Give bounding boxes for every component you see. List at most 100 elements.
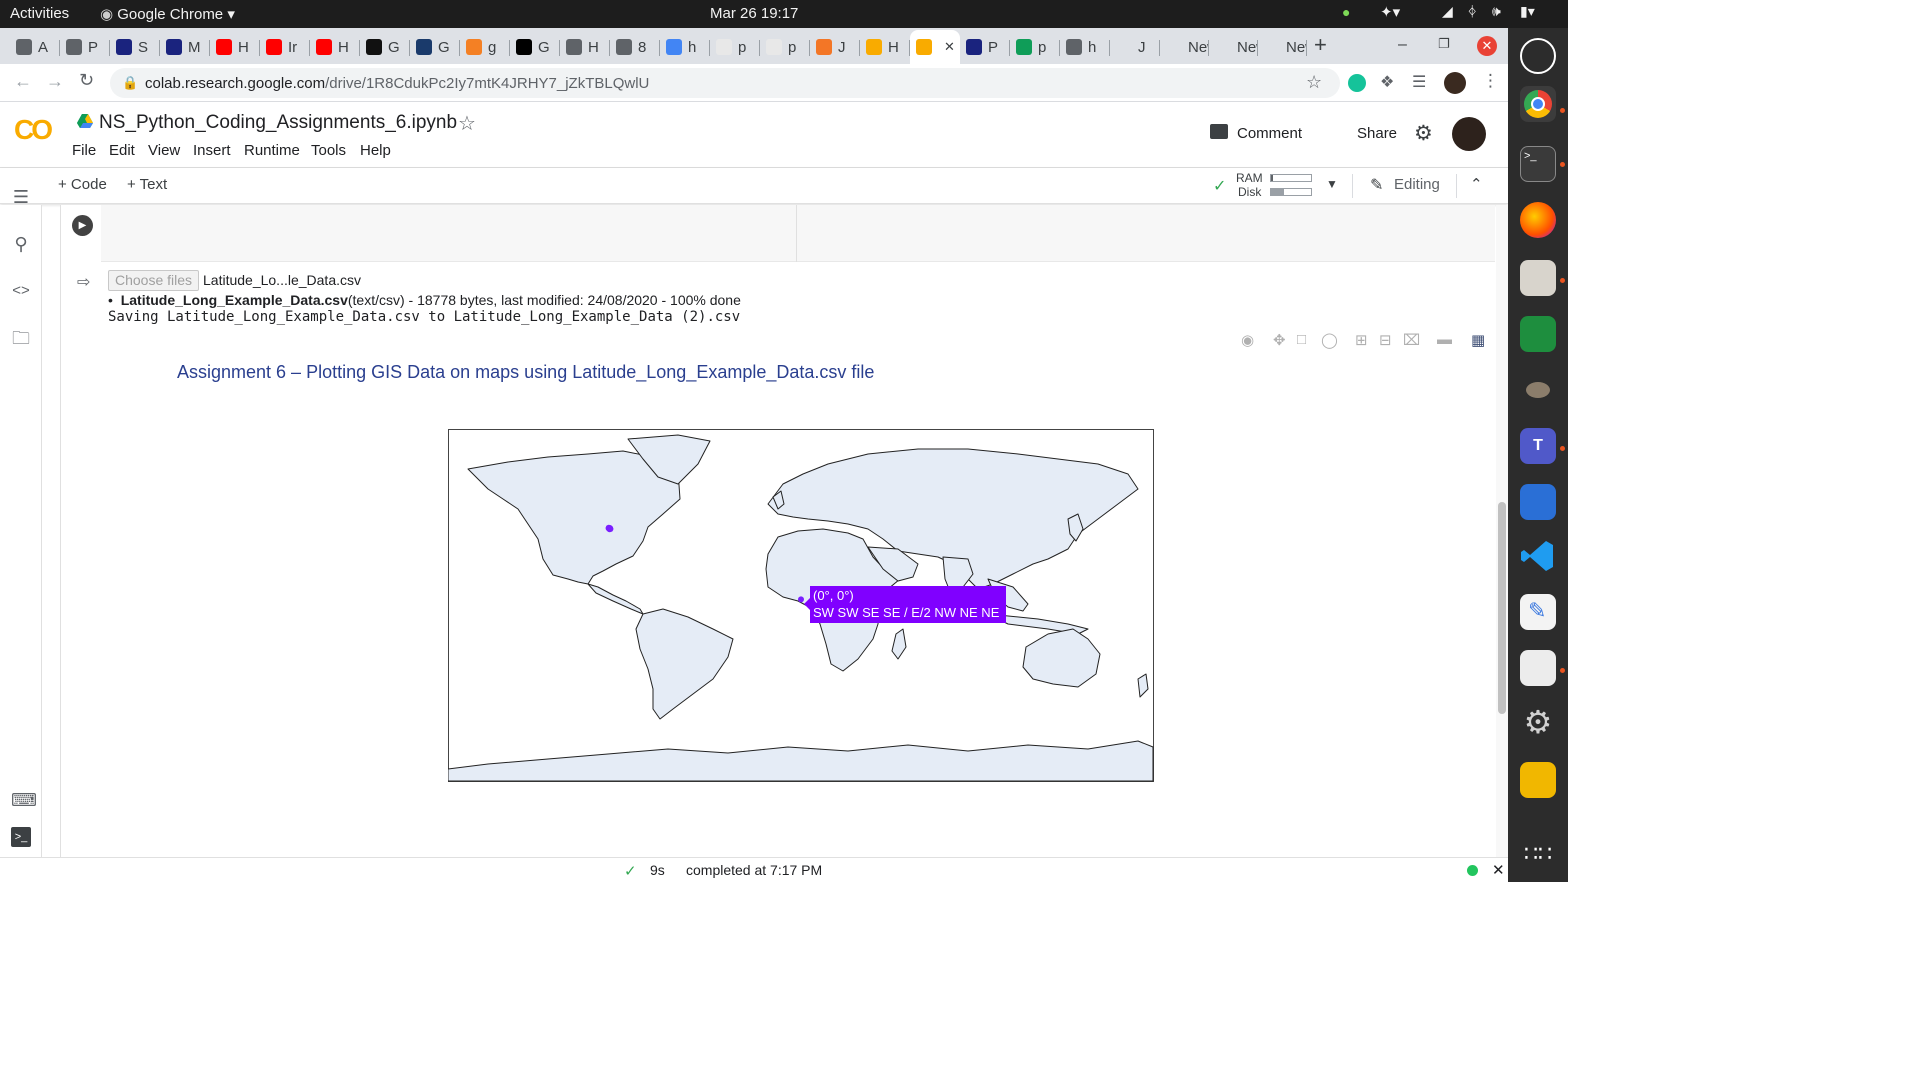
gimp-dock-icon[interactable] bbox=[1520, 372, 1556, 408]
browser-tab[interactable]: P bbox=[60, 32, 110, 62]
files-dock-icon[interactable] bbox=[1520, 260, 1556, 296]
run-cell-button[interactable]: ▶ bbox=[72, 215, 93, 236]
spreadsheet-dock-icon[interactable] bbox=[1520, 316, 1556, 352]
browser-tab[interactable]: H bbox=[560, 32, 610, 62]
search-icon[interactable]: ⚲ bbox=[11, 234, 31, 254]
network-icon[interactable]: ◢ bbox=[1442, 3, 1453, 20]
clock[interactable]: Mar 26 19:17 bbox=[710, 5, 798, 22]
chrome-menu-icon[interactable]: ⋮ bbox=[1482, 71, 1499, 91]
lasso-select-icon[interactable]: ◯ bbox=[1321, 331, 1338, 349]
comment-button[interactable]: Comment bbox=[1237, 125, 1302, 142]
writer-dock-icon[interactable] bbox=[1520, 484, 1556, 520]
browser-tab[interactable]: H bbox=[310, 32, 360, 62]
profile-avatar[interactable] bbox=[1444, 72, 1466, 94]
notebook-title[interactable]: NS_Python_Coding_Assignments_6.ipynb bbox=[99, 112, 457, 134]
menu-runtime[interactable]: Runtime bbox=[244, 142, 300, 159]
data-point-marker[interactable] bbox=[798, 596, 804, 603]
battery-icon[interactable]: ▮▾ bbox=[1520, 3, 1535, 20]
shield-icon[interactable]: ● bbox=[1342, 4, 1350, 20]
colab-logo[interactable]: CO bbox=[14, 114, 53, 146]
browser-tab[interactable]: New bbox=[1258, 32, 1307, 62]
zoom-out-icon[interactable]: ⊟ bbox=[1379, 331, 1392, 349]
new-tab-button[interactable]: + bbox=[1314, 32, 1327, 58]
browser-tab[interactable]: p bbox=[760, 32, 810, 62]
menu-tools[interactable]: Tools bbox=[311, 142, 346, 159]
star-icon[interactable]: ☆ bbox=[458, 111, 476, 136]
browser-tab[interactable]: Ir bbox=[260, 32, 310, 62]
close-status-icon[interactable]: ✕ bbox=[1492, 861, 1505, 879]
browser-tab[interactable]: G bbox=[410, 32, 460, 62]
extensions-puzzle-icon[interactable]: ❖ bbox=[1380, 72, 1394, 92]
terminal-icon[interactable]: >_ bbox=[11, 827, 31, 847]
spider-app-icon[interactable] bbox=[1520, 38, 1556, 74]
hover-toggle-icon[interactable]: ▬ bbox=[1437, 331, 1452, 348]
menu-view[interactable]: View bbox=[148, 142, 180, 159]
user-avatar[interactable] bbox=[1452, 117, 1486, 151]
browser-tab[interactable]: G bbox=[360, 32, 410, 62]
pan-icon[interactable]: ✥ bbox=[1273, 331, 1286, 349]
forward-icon[interactable]: → bbox=[46, 71, 64, 92]
bookmark-star-icon[interactable]: ☆ bbox=[1306, 72, 1322, 93]
menu-help[interactable]: Help bbox=[360, 142, 391, 159]
reload-icon[interactable]: ↻ bbox=[79, 70, 94, 91]
lock-icon[interactable]: 🔒 bbox=[122, 75, 138, 91]
chrome-dock-icon[interactable] bbox=[1520, 86, 1556, 122]
collapse-header-icon[interactable]: ⌃ bbox=[1470, 175, 1483, 193]
add-text-button[interactable]: + Text bbox=[127, 176, 167, 193]
editing-mode-button[interactable]: Editing bbox=[1394, 176, 1440, 193]
browser-tab[interactable]: g bbox=[460, 32, 510, 62]
firefox-dock-icon[interactable] bbox=[1520, 202, 1556, 238]
browser-tab[interactable]: P bbox=[960, 32, 1010, 62]
browser-tab[interactable]: 8 bbox=[610, 32, 660, 62]
browser-tab[interactable]: M bbox=[160, 32, 210, 62]
code-cell[interactable] bbox=[101, 205, 1495, 262]
volume-icon[interactable]: 🕪 bbox=[1492, 3, 1501, 20]
settings-gear-icon[interactable]: ⚙ bbox=[1414, 121, 1433, 146]
restore-icon[interactable]: ❐ bbox=[1438, 36, 1450, 52]
media-control-icon[interactable]: ☰ bbox=[1412, 72, 1426, 92]
show-applications-icon[interactable]: ∷∷ bbox=[1520, 836, 1556, 872]
back-icon[interactable]: ← bbox=[14, 71, 32, 92]
data-point-marker[interactable] bbox=[607, 526, 614, 532]
plotly-logo-icon[interactable]: ▦ bbox=[1471, 331, 1485, 349]
browser-tab[interactable]: J bbox=[810, 32, 860, 62]
browser-tab[interactable]: H bbox=[210, 32, 260, 62]
add-code-button[interactable]: + Code bbox=[58, 176, 107, 193]
resource-monitor[interactable]: RAM Disk bbox=[1236, 171, 1336, 201]
accessibility-icon[interactable]: ✦▾ bbox=[1380, 3, 1400, 21]
browser-tab[interactable]: h bbox=[660, 32, 710, 62]
menu-insert[interactable]: Insert bbox=[193, 142, 231, 159]
settings-dock-icon[interactable]: ⚙ bbox=[1520, 704, 1556, 740]
bluetooth-icon[interactable]: ᛄ bbox=[1468, 3, 1476, 19]
reset-view-icon[interactable]: ⌧ bbox=[1403, 331, 1420, 349]
grammarly-extension-icon[interactable] bbox=[1348, 74, 1366, 92]
output-redirect-icon[interactable]: ⇨ bbox=[77, 272, 90, 292]
completion-time[interactable]: completed at 7:17 PM bbox=[686, 862, 822, 878]
command-palette-icon[interactable]: ⌨ bbox=[11, 790, 37, 810]
browser-tab[interactable]: New bbox=[1209, 32, 1258, 62]
url-text[interactable]: colab.research.google.com/drive/1R8CdukP… bbox=[145, 75, 649, 92]
resource-dropdown-icon[interactable]: ▼ bbox=[1326, 177, 1338, 191]
address-bar[interactable]: 🔒 colab.research.google.com/drive/1R8Cdu… bbox=[110, 68, 1340, 98]
choose-files-button[interactable]: Choose files bbox=[108, 270, 199, 291]
close-tab-icon[interactable]: ✕ bbox=[944, 39, 955, 55]
menu-edit[interactable]: Edit bbox=[109, 142, 135, 159]
browser-tab[interactable]: h bbox=[1060, 32, 1110, 62]
share-button[interactable]: Share bbox=[1357, 125, 1397, 142]
table-of-contents-icon[interactable]: ☰ bbox=[11, 187, 31, 207]
browser-tab[interactable]: J bbox=[1110, 32, 1160, 62]
geo-map[interactable]: (0°, 0°) SW SW SE SE / E/2 NW NE NE bbox=[447, 429, 1154, 782]
menu-file[interactable]: File bbox=[72, 142, 96, 159]
comment-icon[interactable] bbox=[1210, 124, 1228, 139]
browser-tab[interactable]: G bbox=[510, 32, 560, 62]
code-snippets-icon[interactable]: <> bbox=[11, 281, 31, 301]
files-folder-icon[interactable]: 🗀 bbox=[11, 328, 31, 348]
browser-tab[interactable]: H bbox=[860, 32, 910, 62]
teams-dock-icon[interactable]: T bbox=[1520, 428, 1556, 464]
browser-tab[interactable]: New bbox=[1160, 32, 1209, 62]
close-window-icon[interactable]: ✕ bbox=[1477, 36, 1497, 56]
app-menu[interactable]: ◉ Google Chrome ▾ bbox=[100, 5, 235, 23]
activities-button[interactable]: Activities bbox=[10, 5, 69, 22]
browser-tab[interactable]: p bbox=[710, 32, 760, 62]
zoom-in-icon[interactable]: ⊞ bbox=[1355, 331, 1368, 349]
